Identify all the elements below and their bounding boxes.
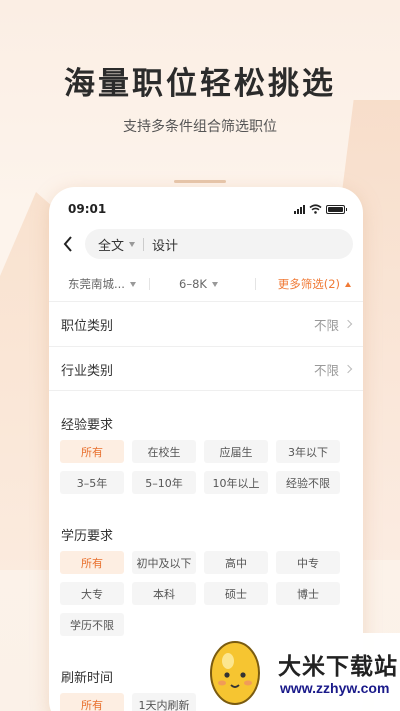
filter-salary-label: 6–8K	[179, 277, 207, 291]
section-title-experience: 经验要求	[61, 418, 114, 433]
search-bar: 全文 设计	[57, 229, 353, 259]
status-icons	[294, 204, 347, 214]
tag-refresh[interactable]: 所有	[60, 693, 124, 711]
tag-experience[interactable]: 在校生	[132, 440, 196, 463]
tag-experience[interactable]: 经验不限	[276, 471, 340, 494]
tag-experience[interactable]: 所有	[60, 440, 124, 463]
tag-experience[interactable]: 3–5年	[60, 471, 124, 494]
tag-education[interactable]: 硕士	[204, 582, 268, 605]
tag-education[interactable]: 初中及以下	[132, 551, 196, 574]
watermark-url: www.zzhyw.com	[280, 680, 390, 696]
tag-refresh[interactable]: 1天内刷新	[132, 693, 196, 711]
filter-more[interactable]: 更多筛选(2)	[278, 276, 351, 292]
row-value: 不限	[313, 362, 339, 378]
section-title-refresh: 刷新时间	[61, 671, 114, 686]
tag-education[interactable]: 中专	[276, 551, 340, 574]
watermark-mascot-icon	[210, 641, 260, 705]
caret-down-icon	[129, 281, 136, 287]
status-time: 09:01	[68, 202, 107, 216]
watermark-title: 大米下载站	[278, 654, 398, 680]
row-label: 行业类别	[61, 363, 114, 379]
caret-down-icon	[211, 281, 218, 287]
search-input[interactable]: 全文 设计	[85, 229, 353, 259]
search-query: 设计	[152, 238, 179, 254]
tag-education[interactable]: 本科	[132, 582, 196, 605]
tag-experience[interactable]: 10年以上	[204, 471, 268, 494]
battery-icon	[326, 204, 347, 214]
promo-subline: 支持多条件组合筛选职位	[123, 119, 277, 135]
back-icon[interactable]	[57, 229, 79, 259]
filter-salary[interactable]: 6–8K	[179, 277, 218, 291]
tag-experience[interactable]: 应届生	[204, 440, 268, 463]
promo-headline: 海量职位轻松挑选	[64, 66, 336, 102]
status-bar: 09:01	[68, 202, 347, 216]
experience-tags: 所有 在校生 应届生 3年以下 3–5年 5–10年 10年以上 经验不限	[60, 440, 340, 494]
chevron-right-icon	[343, 364, 353, 374]
tag-education[interactable]: 大专	[60, 582, 124, 605]
row-value: 不限	[313, 317, 339, 333]
filter-location-label: 东莞南城...	[68, 277, 125, 291]
filter-bar: 东莞南城... 6–8K 更多筛选(2)	[49, 273, 363, 295]
search-divider	[143, 237, 145, 251]
tag-education[interactable]: 学历不限	[60, 613, 124, 636]
tag-education[interactable]: 所有	[60, 551, 124, 574]
phone-speaker	[174, 180, 226, 183]
caret-up-icon	[345, 281, 351, 287]
filter-divider	[149, 278, 150, 290]
tag-experience[interactable]: 3年以下	[276, 440, 340, 463]
filter-more-label: 更多筛选(2)	[277, 277, 340, 291]
tag-education[interactable]: 高中	[204, 551, 268, 574]
filter-divider	[255, 278, 256, 290]
tag-education[interactable]: 博士	[276, 582, 340, 605]
filter-location[interactable]: 东莞南城...	[68, 276, 136, 292]
watermark: 大米下载站 www.zzhyw.com	[200, 633, 400, 711]
divider	[49, 390, 363, 391]
tag-experience[interactable]: 5–10年	[132, 471, 196, 494]
section-title-education: 学历要求	[61, 529, 114, 544]
wifi-icon	[309, 204, 322, 214]
row-job-category[interactable]: 职位类别 不限	[61, 302, 353, 346]
chevron-right-icon	[343, 319, 353, 329]
row-label: 职位类别	[61, 318, 114, 334]
row-industry-category[interactable]: 行业类别 不限	[61, 347, 353, 391]
education-tags: 所有 初中及以下 高中 中专 大专 本科 硕士 博士 学历不限	[60, 551, 340, 636]
search-type-dropdown[interactable]: 全文	[98, 235, 136, 254]
search-type-label: 全文	[98, 238, 125, 254]
caret-down-icon	[129, 241, 136, 247]
signal-icon	[294, 204, 305, 214]
